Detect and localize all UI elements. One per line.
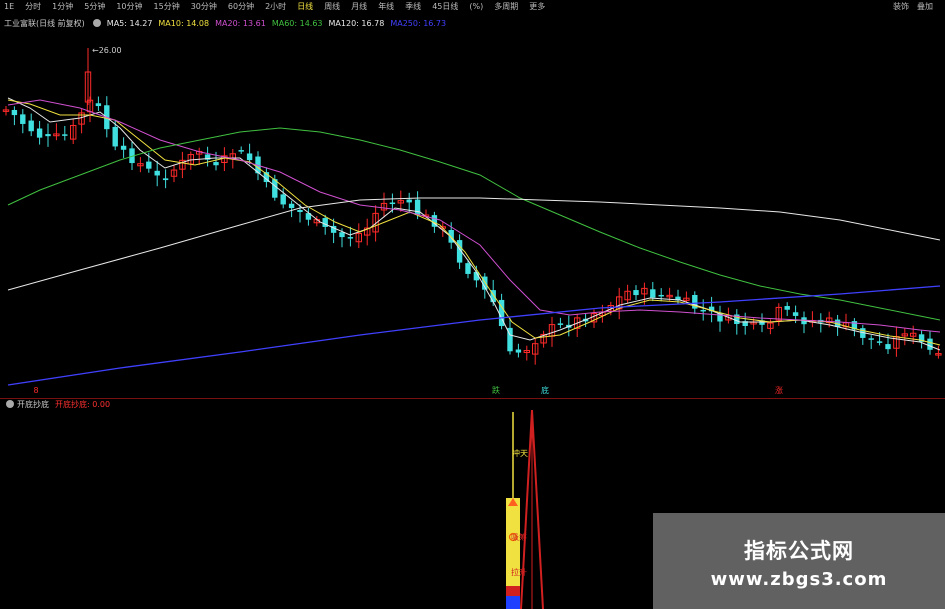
ma10-line bbox=[7, 99, 941, 346]
candle-body bbox=[246, 153, 253, 161]
candle-body bbox=[28, 120, 34, 132]
candle-body bbox=[792, 312, 799, 316]
candle-body bbox=[62, 134, 68, 136]
candle-body bbox=[868, 338, 874, 340]
candle-body bbox=[20, 114, 26, 124]
candle-body bbox=[515, 349, 522, 353]
watermark-url: www.zbgs3.com bbox=[710, 569, 888, 590]
indicator-bar-blue bbox=[506, 596, 520, 609]
candle-body bbox=[11, 109, 18, 116]
gear-icon[interactable] bbox=[6, 400, 14, 408]
candle-body bbox=[45, 134, 51, 137]
panel-divider[interactable] bbox=[0, 398, 945, 399]
candle-body bbox=[238, 150, 244, 152]
watermark-title: 指标公式网 bbox=[744, 539, 854, 563]
candle-body bbox=[876, 341, 883, 343]
candle-body bbox=[146, 161, 152, 169]
indicator-legend: 开底抄底 开底抄底: 0.00 bbox=[4, 399, 110, 411]
candle-body bbox=[297, 209, 303, 213]
candle-body bbox=[120, 145, 127, 150]
candle-body bbox=[154, 170, 160, 176]
candle-body bbox=[650, 289, 656, 298]
indicator-value: 开底抄底: 0.00 bbox=[55, 400, 111, 409]
candle-body bbox=[465, 263, 471, 274]
candle-body bbox=[406, 199, 412, 203]
candle-body bbox=[633, 290, 639, 296]
candle-body bbox=[927, 338, 933, 350]
candle-body bbox=[162, 178, 169, 181]
candle-body bbox=[414, 199, 421, 215]
high-price-label: ←26.00 bbox=[92, 46, 122, 55]
candle-body bbox=[784, 306, 790, 310]
candle-body bbox=[213, 162, 219, 166]
candle-body bbox=[885, 344, 891, 350]
ma5-line bbox=[7, 97, 941, 351]
signal-label: 涨 bbox=[775, 385, 783, 395]
candle-body bbox=[557, 323, 564, 325]
candle-body bbox=[339, 232, 345, 238]
candle-body bbox=[112, 126, 118, 147]
indicator-label: 冲天 bbox=[512, 448, 528, 458]
indicator-bar-red bbox=[506, 586, 520, 596]
candle-body bbox=[347, 237, 354, 239]
candle-body bbox=[658, 294, 664, 297]
candle-body bbox=[36, 128, 43, 138]
ma60-line bbox=[7, 127, 941, 321]
signal-label: 跌 bbox=[492, 385, 500, 395]
candle-body bbox=[280, 194, 286, 205]
ma250-line bbox=[7, 285, 941, 386]
stock-chart-window: 1E 分时 1分钟 5分钟 10分钟 15分钟 30分钟 60分钟 2小时 日线 周线 月线 年线 季线 4… bbox=[0, 0, 945, 609]
candle-body bbox=[95, 103, 102, 107]
candle-body bbox=[700, 309, 706, 312]
watermark: 指标公式网 www.zbgs3.com bbox=[653, 513, 945, 609]
signal-label: 8 bbox=[33, 386, 38, 395]
candle-body bbox=[288, 203, 295, 209]
indicator-label: 吸筹 bbox=[511, 532, 527, 542]
indicator-label: 拉升 bbox=[511, 567, 527, 577]
indicator-name: 开底抄底 bbox=[17, 400, 49, 409]
candle-body bbox=[389, 202, 396, 205]
signal-label: 底 bbox=[541, 385, 549, 395]
